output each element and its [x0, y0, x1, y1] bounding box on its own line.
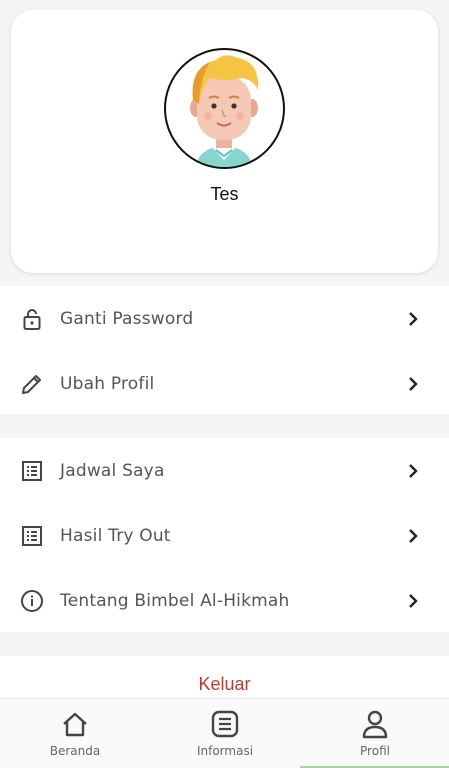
menu-item-label: Ganti Password	[60, 308, 194, 329]
menu-item-label: Jadwal Saya	[60, 460, 165, 481]
bottom-nav: Beranda Informasi Profil	[0, 698, 449, 768]
chevron-right-icon	[406, 376, 420, 392]
profile-name: Tes	[210, 184, 239, 204]
list-icon	[20, 459, 44, 483]
nav-item-beranda[interactable]: Beranda	[0, 699, 150, 768]
menu-item-label: Ubah Profil	[60, 373, 155, 394]
chevron-right-icon	[406, 463, 420, 479]
chevron-right-icon	[406, 528, 420, 544]
lock-icon	[20, 307, 44, 331]
nav-item-informasi[interactable]: Informasi	[150, 699, 300, 768]
info-icon	[20, 589, 44, 613]
nav-item-profil[interactable]: Profil	[300, 699, 449, 768]
profile-card: Tes	[11, 10, 438, 273]
pencil-icon	[20, 372, 44, 396]
info-menu: Jadwal Saya Hasil Try Out Tentang Bimbel…	[0, 438, 449, 632]
avatar	[164, 48, 285, 169]
document-icon	[210, 709, 240, 739]
menu-item-jadwal-saya[interactable]: Jadwal Saya	[0, 438, 449, 503]
chevron-right-icon	[406, 593, 420, 609]
list-icon	[20, 524, 44, 548]
home-icon	[60, 709, 90, 739]
chevron-right-icon	[406, 311, 420, 327]
person-icon	[360, 709, 390, 739]
logout-button[interactable]: Keluar	[0, 674, 449, 695]
menu-item-label: Hasil Try Out	[60, 525, 171, 546]
menu-item-ganti-password[interactable]: Ganti Password	[0, 286, 449, 351]
nav-label: Beranda	[49, 744, 101, 758]
menu-item-label: Tentang Bimbel Al-Hikmah	[60, 590, 290, 611]
menu-item-ubah-profil[interactable]: Ubah Profil	[0, 351, 449, 416]
user-avatar-illustration	[190, 55, 259, 167]
nav-label: Informasi	[196, 744, 254, 758]
menu-item-tentang[interactable]: Tentang Bimbel Al-Hikmah	[0, 568, 449, 633]
menu-item-hasil-try-out[interactable]: Hasil Try Out	[0, 503, 449, 568]
logout-area: Keluar	[0, 656, 449, 698]
nav-label: Profil	[360, 744, 390, 758]
account-menu: Ganti Password Ubah Profil	[0, 286, 449, 414]
